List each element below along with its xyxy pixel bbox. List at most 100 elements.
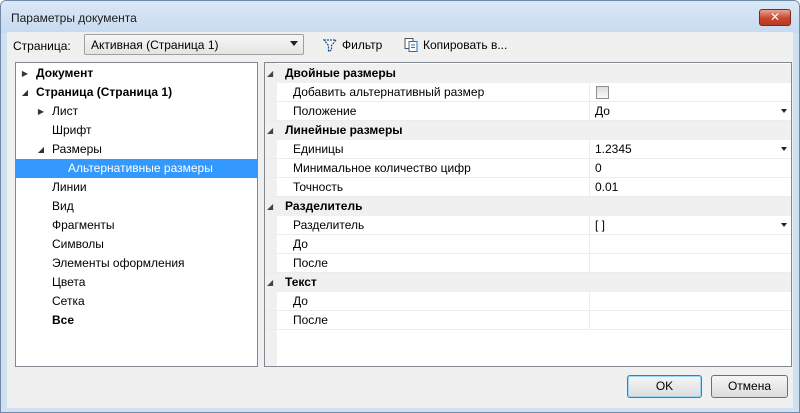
- property-name: После: [293, 256, 328, 270]
- tree-item[interactable]: Символы: [16, 235, 257, 254]
- toolbar: Страница: Активная (Страница 1) Фильтр К…: [7, 32, 793, 60]
- settings-tree[interactable]: ▶ Документ ◢ Страница (Страница 1) ▶ Лист Шриф…: [15, 62, 258, 367]
- tree-item-label: Размеры: [52, 142, 102, 156]
- expand-arrow-icon[interactable]: ▶: [20, 64, 30, 83]
- category-title: Двойные размеры: [285, 66, 396, 80]
- property-value-text: До: [595, 104, 610, 118]
- property-value[interactable]: [ ]: [589, 216, 791, 235]
- property-name: Минимальное количество цифр: [293, 161, 471, 175]
- tree-item[interactable]: Сетка: [16, 292, 257, 311]
- copy-to-button[interactable]: Копировать в...: [400, 34, 510, 56]
- cancel-button[interactable]: Отмена: [711, 375, 788, 398]
- tree-item[interactable]: Вид: [16, 197, 257, 216]
- close-icon: ✕: [769, 10, 781, 24]
- tree-item-label: Фрагменты: [52, 218, 115, 232]
- collapse-arrow-icon[interactable]: ◢: [267, 121, 273, 140]
- property-row[interactable]: После: [265, 311, 791, 330]
- property-name: Положение: [293, 104, 357, 118]
- tree-item-label: Линии: [52, 180, 87, 194]
- property-value[interactable]: 0.01: [589, 178, 791, 197]
- category-title: Разделитель: [285, 199, 363, 213]
- tree-item-label: Цвета: [52, 275, 86, 289]
- tree-item[interactable]: Альтернативные размеры: [16, 159, 257, 178]
- tree-item[interactable]: Линии: [16, 178, 257, 197]
- property-name: Единицы: [293, 142, 344, 156]
- property-category[interactable]: ◢ Текст: [265, 273, 791, 292]
- property-value[interactable]: [589, 254, 791, 273]
- tree-item[interactable]: ▶ Лист: [16, 102, 257, 121]
- property-row[interactable]: Разделитель [ ]: [265, 216, 791, 235]
- property-row[interactable]: До: [265, 235, 791, 254]
- property-grid[interactable]: ◢ Двойные размеры Добавить альтернативный …: [264, 62, 792, 367]
- close-button[interactable]: ✕: [759, 9, 791, 26]
- tree-item-label: Лист: [52, 104, 79, 118]
- dialog-title: Параметры документа: [11, 11, 137, 25]
- dialog-body: Страница: Активная (Страница 1) Фильтр К…: [7, 32, 793, 408]
- copy-icon: [404, 38, 418, 52]
- category-title: Линейные размеры: [285, 123, 403, 137]
- chevron-down-icon[interactable]: [781, 147, 787, 151]
- page-label: Страница:: [13, 39, 71, 53]
- collapse-arrow-icon[interactable]: ◢: [36, 140, 46, 159]
- filter-button[interactable]: Фильтр: [319, 34, 385, 56]
- collapse-arrow-icon[interactable]: ◢: [267, 64, 273, 83]
- tree-item[interactable]: ▶ Документ: [16, 64, 257, 83]
- ok-button[interactable]: OK: [627, 375, 702, 398]
- collapse-arrow-icon[interactable]: ◢: [20, 83, 30, 102]
- tree-item[interactable]: Фрагменты: [16, 216, 257, 235]
- filter-label: Фильтр: [342, 38, 383, 52]
- property-row[interactable]: Точность 0.01: [265, 178, 791, 197]
- property-row[interactable]: Добавить альтернативный размер: [265, 83, 791, 102]
- property-value[interactable]: [589, 292, 791, 311]
- property-value[interactable]: [589, 83, 791, 102]
- property-value[interactable]: [589, 311, 791, 330]
- property-value[interactable]: 0: [589, 159, 791, 178]
- property-row[interactable]: После: [265, 254, 791, 273]
- tree-item-label: Сетка: [52, 294, 85, 308]
- property-value-text: 0.01: [595, 180, 619, 194]
- chevron-down-icon[interactable]: [781, 223, 787, 227]
- property-value-text: 1.2345: [595, 142, 632, 156]
- page-select[interactable]: Активная (Страница 1): [84, 34, 304, 55]
- property-name: До: [293, 294, 308, 308]
- tree-item-label: Шрифт: [52, 123, 92, 137]
- property-name: Добавить альтернативный размер: [293, 85, 485, 99]
- page-select-value: Активная (Страница 1): [91, 38, 219, 52]
- collapse-arrow-icon[interactable]: ◢: [267, 197, 273, 216]
- tree-item-label: Вид: [52, 199, 74, 213]
- chevron-down-icon: [290, 41, 298, 46]
- property-row[interactable]: Минимальное количество цифр 0: [265, 159, 791, 178]
- tree-item[interactable]: Все: [16, 311, 257, 330]
- property-category[interactable]: ◢ Линейные размеры: [265, 121, 791, 140]
- property-name: Разделитель: [293, 218, 365, 232]
- tree-item[interactable]: Цвета: [16, 273, 257, 292]
- category-title: Текст: [285, 275, 317, 289]
- tree-item-label: Все: [52, 313, 75, 327]
- property-value[interactable]: До: [589, 102, 791, 121]
- tree-item-label: Альтернативные размеры: [68, 161, 213, 175]
- property-name: После: [293, 313, 328, 327]
- property-category[interactable]: ◢ Двойные размеры: [265, 64, 791, 83]
- expand-arrow-icon[interactable]: ▶: [36, 102, 46, 121]
- tree-item-label: Страница (Страница 1): [36, 85, 173, 99]
- property-row[interactable]: Единицы 1.2345: [265, 140, 791, 159]
- tree-item[interactable]: ◢ Размеры: [16, 140, 257, 159]
- collapse-arrow-icon[interactable]: ◢: [267, 273, 273, 292]
- filter-icon: [322, 39, 338, 53]
- title-bar: Параметры документа ✕: [1, 1, 799, 33]
- property-value-text: [ ]: [595, 218, 606, 232]
- property-value[interactable]: 1.2345: [589, 140, 791, 159]
- tree-item[interactable]: Элементы оформления: [16, 254, 257, 273]
- property-category[interactable]: ◢ Разделитель: [265, 197, 791, 216]
- property-value[interactable]: [589, 235, 791, 254]
- chevron-down-icon[interactable]: [781, 109, 787, 113]
- property-value-text: 0: [595, 161, 602, 175]
- checkbox[interactable]: [596, 86, 609, 99]
- property-name: До: [293, 237, 308, 251]
- property-row[interactable]: До: [265, 292, 791, 311]
- tree-item[interactable]: Шрифт: [16, 121, 257, 140]
- property-name: Точность: [293, 180, 344, 194]
- copy-label: Копировать в...: [423, 38, 508, 52]
- tree-item[interactable]: ◢ Страница (Страница 1): [16, 83, 257, 102]
- property-row[interactable]: Положение До: [265, 102, 791, 121]
